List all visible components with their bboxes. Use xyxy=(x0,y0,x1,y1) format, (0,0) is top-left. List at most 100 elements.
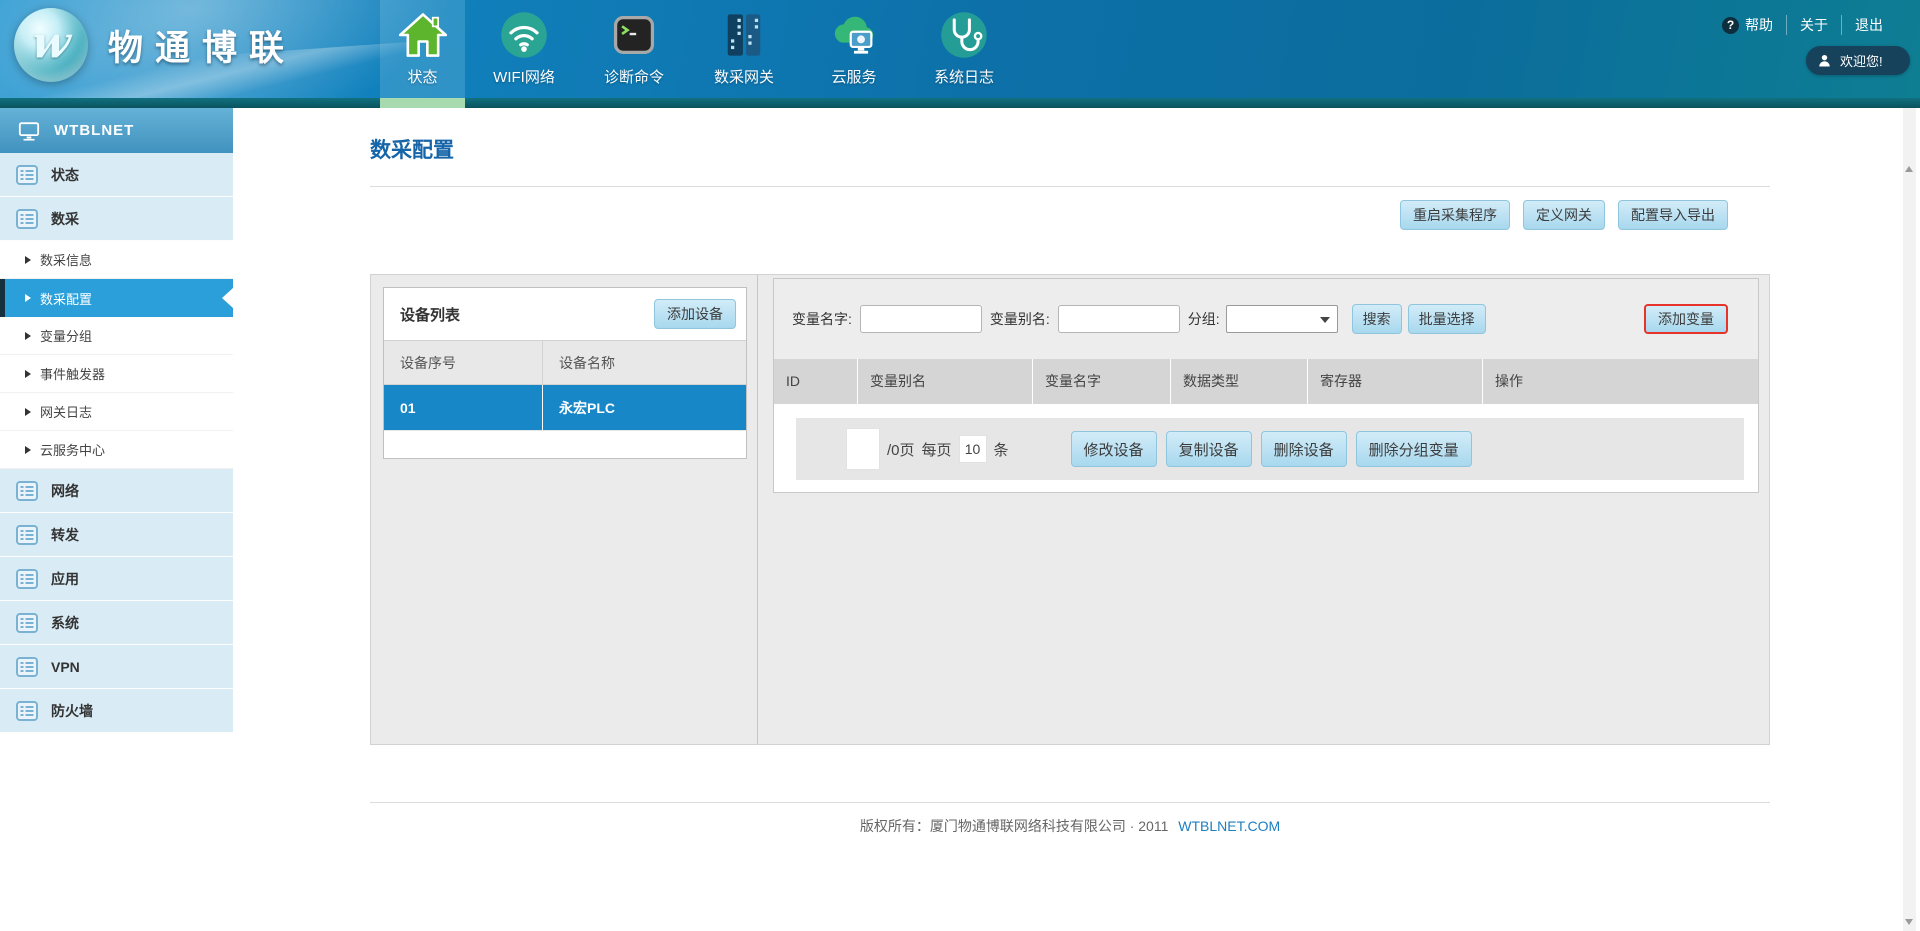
caret-right-icon xyxy=(25,408,31,416)
delete-device-button[interactable]: 删除设备 xyxy=(1261,431,1347,467)
group-select[interactable] xyxy=(1226,305,1338,333)
tab-label: WIFI网络 xyxy=(493,66,555,87)
sidebar-item-daq-config[interactable]: 数采配置 xyxy=(0,279,233,317)
sidebar-item-label: 数采 xyxy=(51,209,79,229)
variable-filter-bar: 变量名字: 变量别名: 分组: 搜索 批量选择 添加变量 xyxy=(774,279,1758,359)
tab-diagnostic-command[interactable]: 诊断命令 xyxy=(583,0,685,98)
top-nav: 状态 WIFI网络 诊断命令 数采网关 云服务 xyxy=(380,0,1015,98)
config-import-export-button[interactable]: 配置导入导出 xyxy=(1618,200,1728,230)
header-links: ? 帮助 关于 退出 xyxy=(1709,15,1896,35)
sidebar-item-forwarding[interactable]: 转发 xyxy=(0,513,233,557)
tab-status[interactable]: 状态 xyxy=(380,0,465,98)
logo-text: 物通博联 xyxy=(108,20,296,71)
selected-tab-indicator xyxy=(380,98,465,108)
sidebar-item-label: 变量分组 xyxy=(40,326,92,345)
tab-label: 云服务 xyxy=(831,66,876,87)
variable-alias-label: 变量别名: xyxy=(990,309,1050,329)
user-icon xyxy=(1817,53,1832,68)
unit-label: 条 xyxy=(994,439,1009,460)
device-serial-column-header: 设备序号 xyxy=(384,341,542,384)
sidebar-item-label: 系统 xyxy=(51,613,79,633)
column-header-name: 变量名字 xyxy=(1033,359,1171,404)
logout-link[interactable]: 退出 xyxy=(1841,15,1896,35)
cloud-icon xyxy=(828,9,880,61)
stethoscope-icon xyxy=(938,9,990,61)
group-label: 分组: xyxy=(1188,309,1220,329)
delete-group-variable-button[interactable]: 删除分组变量 xyxy=(1356,431,1472,467)
column-header-register: 寄存器 xyxy=(1308,359,1483,404)
sidebar-item-label: 云服务中心 xyxy=(40,440,105,459)
device-serial-cell: 01 xyxy=(384,385,542,430)
sidebar-item-label: 事件触发器 xyxy=(40,364,105,383)
site-link[interactable]: WTBLNET.COM xyxy=(1178,818,1280,834)
device-table-header: 设备序号 设备名称 xyxy=(384,340,746,385)
daq-config-panel: 设备列表 添加设备 设备序号 设备名称 01 永宏PLC 变量 xyxy=(370,274,1770,745)
sidebar-item-firewall[interactable]: 防火墙 xyxy=(0,689,233,733)
search-button[interactable]: 搜索 xyxy=(1352,304,1402,334)
sidebar-item-application[interactable]: 应用 xyxy=(0,557,233,601)
sidebar-item-label: 数采信息 xyxy=(40,250,92,269)
restart-collector-button[interactable]: 重启采集程序 xyxy=(1400,200,1510,230)
sidebar-brand: WTBLNET xyxy=(0,108,233,153)
caret-right-icon xyxy=(25,446,31,454)
logout-link-label: 退出 xyxy=(1855,15,1883,35)
chevron-down-icon xyxy=(1320,317,1330,323)
sidebar-item-daq-info[interactable]: 数采信息 xyxy=(0,241,233,279)
caret-right-icon xyxy=(25,256,31,264)
footer: 版权所有：厦门物通博联网络科技有限公司 · 2011 WTBLNET.COM xyxy=(370,816,1770,836)
sidebar-item-variable-group[interactable]: 变量分组 xyxy=(0,317,233,355)
sidebar-item-label: 数采配置 xyxy=(40,289,92,308)
tab-daq-gateway[interactable]: 数采网关 xyxy=(693,0,795,98)
define-gateway-button[interactable]: 定义网关 xyxy=(1523,200,1605,230)
list-grid-icon xyxy=(16,525,38,545)
modify-device-button[interactable]: 修改设备 xyxy=(1071,431,1157,467)
tab-label: 诊断命令 xyxy=(604,66,664,87)
page-title: 数采配置 xyxy=(370,134,1770,164)
variable-name-input[interactable] xyxy=(860,305,982,333)
list-grid-icon xyxy=(16,165,38,185)
logo-orb-icon: w xyxy=(14,8,88,82)
welcome-text: 欢迎您! xyxy=(1840,51,1883,70)
vertical-scrollbar[interactable] xyxy=(1903,108,1916,931)
sidebar-item-system[interactable]: 系统 xyxy=(0,601,233,645)
list-grid-icon xyxy=(16,657,38,677)
column-header-actions: 操作 xyxy=(1483,359,1758,404)
welcome-badge[interactable]: 欢迎您! xyxy=(1806,46,1910,75)
sidebar-item-vpn[interactable]: VPN xyxy=(0,645,233,689)
copy-device-button[interactable]: 复制设备 xyxy=(1166,431,1252,467)
sidebar-brand-label: WTBLNET xyxy=(54,122,134,139)
per-page-input[interactable] xyxy=(959,435,987,463)
device-list-column: 设备列表 添加设备 设备序号 设备名称 01 永宏PLC xyxy=(371,275,758,744)
caret-right-icon xyxy=(25,332,31,340)
variable-table-body: /0页 每页 条 修改设备 复制设备 删除设备 删除分组变量 xyxy=(774,404,1758,492)
sidebar-item-status[interactable]: 状态 xyxy=(0,153,233,197)
help-link[interactable]: ? 帮助 xyxy=(1709,15,1786,35)
sidebar: WTBLNET 状态 数采 数采信息 数采配置 变量分组 事件触发器 网关日志 … xyxy=(0,108,233,931)
sidebar-item-daq[interactable]: 数采 xyxy=(0,197,233,241)
sidebar-item-label: 应用 xyxy=(51,569,79,589)
caret-right-icon xyxy=(25,370,31,378)
batch-select-button[interactable]: 批量选择 xyxy=(1408,304,1486,334)
variable-alias-input[interactable] xyxy=(1058,305,1180,333)
tab-system-log[interactable]: 系统日志 xyxy=(913,0,1015,98)
scroll-down-arrow-icon[interactable] xyxy=(1905,919,1913,925)
tab-cloud-service[interactable]: 云服务 xyxy=(803,0,905,98)
scroll-up-arrow-icon[interactable] xyxy=(1905,166,1913,172)
sidebar-item-event-trigger[interactable]: 事件触发器 xyxy=(0,355,233,393)
device-list-title: 设备列表 xyxy=(400,304,460,325)
about-link[interactable]: 关于 xyxy=(1786,15,1841,35)
sidebar-item-gateway-log[interactable]: 网关日志 xyxy=(0,393,233,431)
sidebar-item-network[interactable]: 网络 xyxy=(0,469,233,513)
sidebar-item-label: 状态 xyxy=(51,165,79,185)
add-variable-button[interactable]: 添加变量 xyxy=(1644,304,1728,334)
copyright-text: 版权所有：厦门物通博联网络科技有限公司 · 2011 xyxy=(860,818,1169,834)
table-row[interactable]: 01 永宏PLC xyxy=(384,385,746,430)
page-number-input[interactable] xyxy=(846,428,880,470)
tab-wifi-network[interactable]: WIFI网络 xyxy=(473,0,575,98)
device-list-card: 设备列表 添加设备 设备序号 设备名称 01 永宏PLC xyxy=(383,287,747,459)
title-divider xyxy=(370,186,1770,187)
add-device-button[interactable]: 添加设备 xyxy=(654,299,736,329)
variable-list-card: 变量名字: 变量别名: 分组: 搜索 批量选择 添加变量 ID 变量别名 xyxy=(773,278,1759,493)
footer-divider xyxy=(370,802,1770,803)
sidebar-item-cloud-center[interactable]: 云服务中心 xyxy=(0,431,233,469)
